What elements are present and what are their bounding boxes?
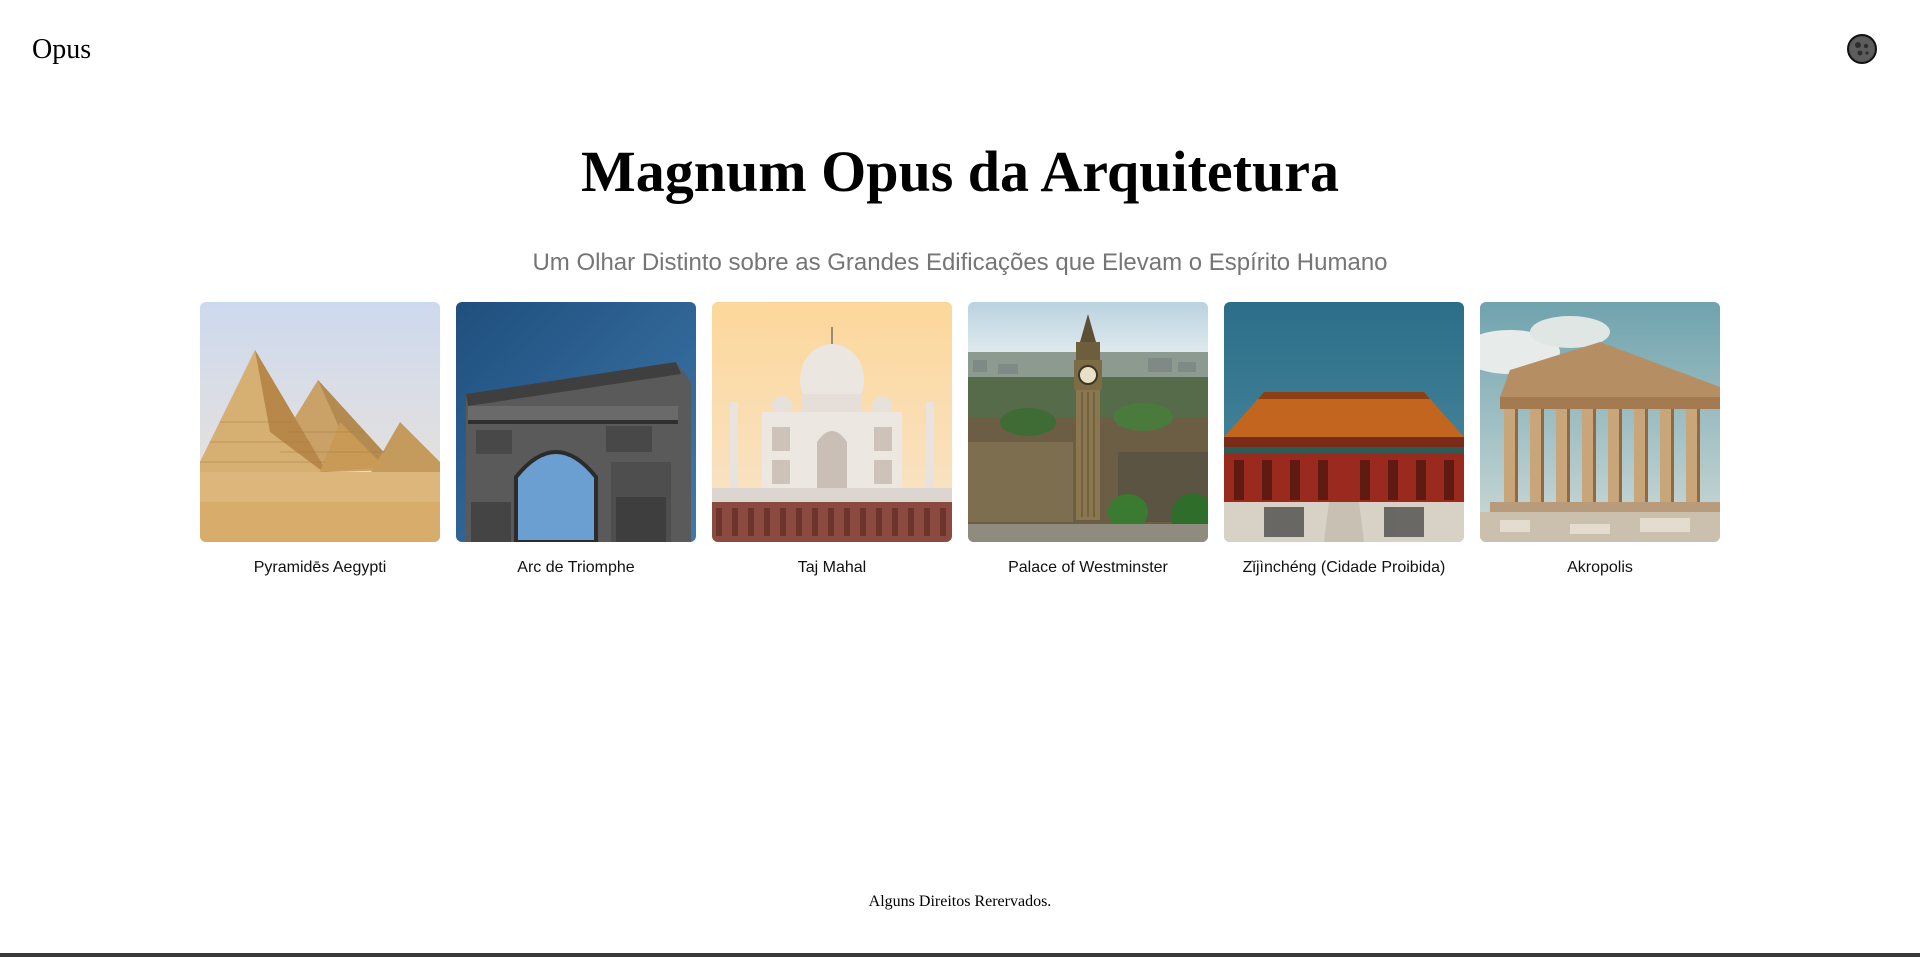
card-label: Pyramidēs Aegypti: [253, 559, 387, 576]
monument-gallery: Pyramidēs Aegypti Arc de Triomphe Taj Ma…: [200, 302, 1722, 578]
akropolis-image: [1480, 302, 1720, 542]
card-taj-mahal[interactable]: Taj Mahal: [712, 302, 952, 578]
forbidden-city-image: [1224, 302, 1464, 542]
card-label: Zǐjìnchéng (Cidade Proibida): [1242, 559, 1446, 576]
moon-icon: [1850, 37, 1874, 61]
arc-de-triomphe-image: [456, 302, 696, 542]
taj-mahal-image: [712, 302, 952, 542]
palace-of-westminster-image: [968, 302, 1208, 542]
card-forbidden-city[interactable]: Zǐjìnchéng (Cidade Proibida): [1224, 302, 1464, 578]
card-arc-de-triomphe[interactable]: Arc de Triomphe: [456, 302, 696, 578]
card-label: Arc de Triomphe: [517, 559, 635, 576]
footer-text: Alguns Direitos Rerervados.: [868, 893, 1052, 910]
page-title: Magnum Opus da Arquitetura: [581, 139, 1339, 204]
page-subtitle: Um Olhar Distinto sobre as Grandes Edifi…: [532, 249, 1388, 276]
pyramids-image: [200, 302, 440, 542]
card-label: Taj Mahal: [797, 559, 867, 576]
card-palace-of-westminster[interactable]: Palace of Westminster: [968, 302, 1208, 578]
site-logo[interactable]: Opus: [32, 32, 91, 68]
theme-toggle-button[interactable]: [1847, 34, 1877, 64]
card-label: Akropolis: [1567, 559, 1633, 576]
site-header: Opus: [0, 0, 1920, 100]
bottom-divider: [0, 953, 1920, 957]
card-pyramids[interactable]: Pyramidēs Aegypti: [200, 302, 440, 578]
card-label: Palace of Westminster: [1008, 559, 1168, 576]
card-akropolis[interactable]: Akropolis: [1480, 302, 1720, 578]
